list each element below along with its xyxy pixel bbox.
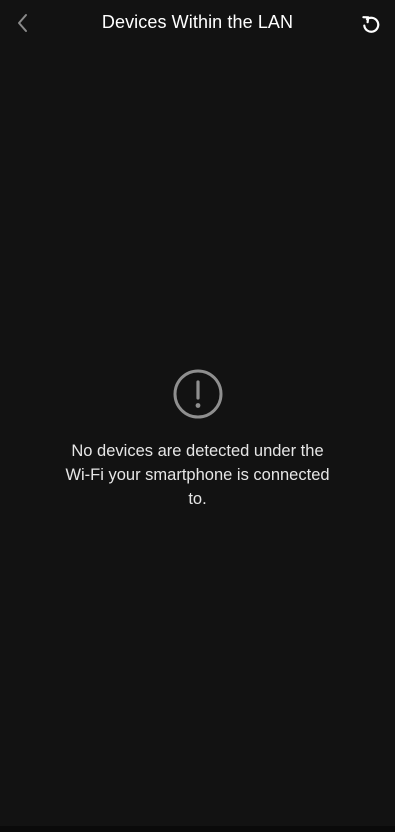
top-bar: Devices Within the LAN bbox=[0, 0, 395, 48]
alert-circle-icon bbox=[173, 369, 222, 419]
bottom-edge bbox=[0, 826, 395, 832]
refresh-button[interactable] bbox=[357, 10, 385, 38]
page-title: Devices Within the LAN bbox=[101, 12, 294, 32]
refresh-icon bbox=[362, 16, 380, 33]
empty-state-message: No devices are detected under the Wi-Fi … bbox=[65, 442, 330, 508]
empty-state: No devices are detected under the Wi-Fi … bbox=[0, 368, 395, 511]
app-screen: Devices Within the LAN No devices are de… bbox=[0, 0, 395, 832]
